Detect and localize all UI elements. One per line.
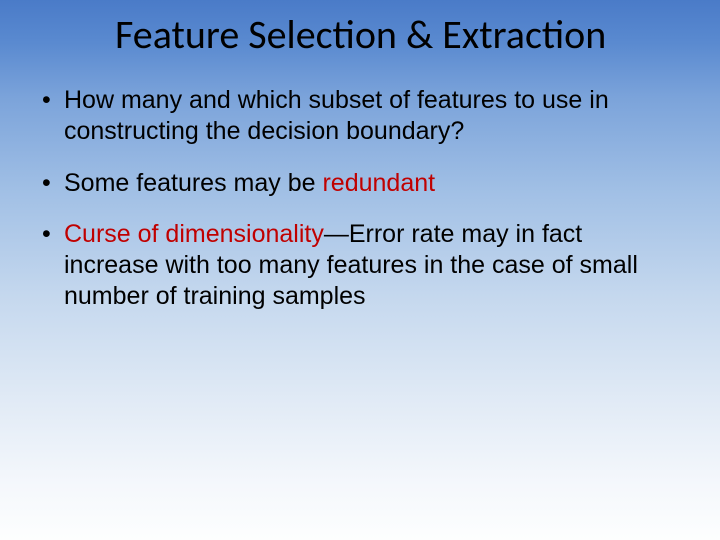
bullet-text: Some features may be redundant [64, 168, 680, 199]
bullet-dot-icon: • [40, 85, 64, 116]
bullet-red: Curse of dimensionality [64, 220, 324, 248]
slide-body: • How many and which subset of features … [0, 59, 720, 313]
bullet-pre: How many and which subset of features to… [64, 86, 609, 145]
bullet-text: How many and which subset of features to… [64, 85, 680, 148]
slide: Feature Selection & Extraction • How man… [0, 0, 720, 540]
slide-title: Feature Selection & Extraction [0, 0, 720, 59]
bullet-pre: Some features may be [64, 169, 322, 197]
bullet-dot-icon: • [40, 219, 64, 250]
bullet-item: • How many and which subset of features … [40, 85, 680, 148]
bullet-item: • Curse of dimensionality—Error rate may… [40, 219, 680, 313]
bullet-text: Curse of dimensionality—Error rate may i… [64, 219, 680, 313]
bullet-dot-icon: • [40, 168, 64, 199]
bullet-red: redundant [322, 169, 435, 197]
bullet-item: • Some features may be redundant [40, 168, 680, 199]
